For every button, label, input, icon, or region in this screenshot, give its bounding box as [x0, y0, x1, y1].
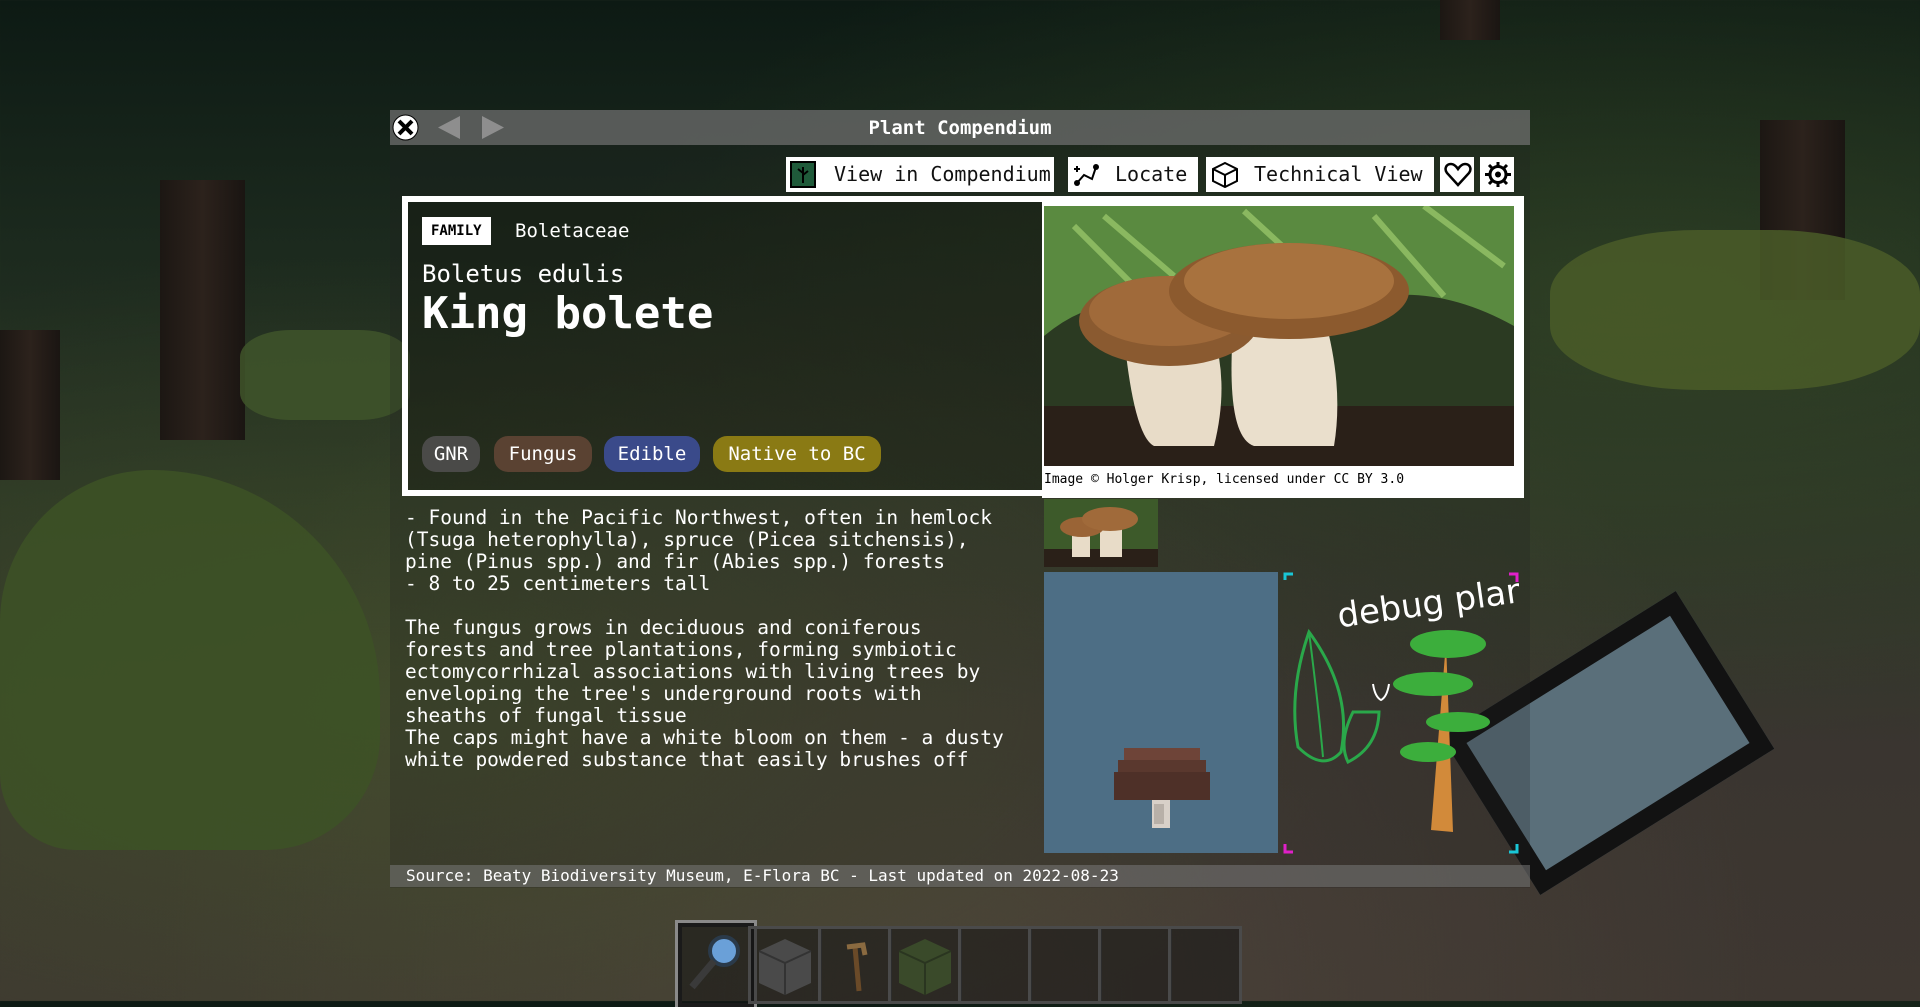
view-in-compendium-label: View in Compendium [834, 162, 1051, 186]
foliage [240, 330, 410, 420]
gear-icon [1485, 162, 1511, 187]
cube-icon [1212, 161, 1238, 188]
hotbar [675, 920, 1242, 1007]
foliage [1550, 230, 1920, 390]
image-credit: Image © Holger Krisp, licensed under CC … [1044, 472, 1405, 487]
debug-label: debug plant [1335, 572, 1519, 636]
settings-button[interactable] [1480, 157, 1514, 192]
hotbar-slot-5[interactable] [958, 926, 1032, 1004]
tag-edible: Edible [604, 436, 700, 472]
mushroom-model-icon [1114, 748, 1210, 828]
favorite-button[interactable] [1440, 157, 1474, 192]
title-bar: Plant Compendium [390, 110, 1530, 145]
plant-description: - Found in the Pacific Northwest, often … [405, 506, 1004, 771]
hoe-icon [846, 942, 868, 992]
tag-native-to-bc: Native to BC [713, 436, 881, 472]
king-bolete-photo[interactable] [1044, 206, 1514, 466]
technical-view-label: Technical View [1254, 162, 1423, 186]
block-model-preview[interactable] [1044, 572, 1278, 853]
smiley-doodle [1372, 683, 1390, 702]
stone-block-icon [758, 939, 812, 995]
compendium-book-icon [790, 161, 816, 188]
source-text: Source: Beaty Biodiversity Museum, E-Flo… [406, 866, 1119, 885]
hotbar-slot-6[interactable] [1028, 926, 1102, 1004]
locate-button[interactable]: Locate [1068, 157, 1198, 192]
leaf-doodle [1293, 628, 1345, 763]
plant-photo-frame: Image © Holger Krisp, licensed under CC … [1042, 196, 1524, 498]
locate-label: Locate [1115, 162, 1188, 186]
tag-fungus: Fungus [494, 436, 592, 472]
tree-trunk [160, 180, 245, 440]
hotbar-slot-1[interactable] [675, 920, 757, 1007]
hotbar-slot-7[interactable] [1098, 926, 1172, 1004]
hotbar-slot-3[interactable] [818, 926, 892, 1004]
view-in-compendium-button[interactable]: View in Compendium [786, 157, 1054, 192]
foliage [0, 470, 380, 850]
hotbar-slot-2[interactable] [748, 926, 822, 1004]
source-footer: Source: Beaty Biodiversity Museum, E-Flo… [390, 865, 1530, 887]
debug-corner [1283, 844, 1293, 854]
moss-block-icon [898, 939, 952, 995]
debug-plant-sketch: debug plant [1283, 572, 1519, 854]
common-name: King bolete [422, 288, 714, 339]
tree-trunk [0, 330, 60, 480]
hotbar-slot-4[interactable] [888, 926, 962, 1004]
family-name: Boletaceae [515, 220, 630, 242]
scientific-name: Boletus edulis [422, 260, 625, 288]
tag-gnr: GNR [422, 436, 480, 472]
debug-corner [1509, 844, 1519, 854]
family-badge: FAMILY [422, 217, 491, 245]
heart-icon [1444, 162, 1472, 187]
window-title: Plant Compendium [868, 117, 1052, 139]
tree-doodle [1431, 642, 1453, 832]
debug-corner [1283, 572, 1293, 580]
magnifier-icon [689, 935, 740, 990]
plant-info-card: FAMILY Boletaceae Boletus edulis King bo… [402, 196, 1054, 496]
hotbar-slot-8[interactable] [1168, 926, 1242, 1004]
tree-trunk [1440, 0, 1500, 40]
locate-icon [1074, 164, 1099, 186]
photo-thumbnail[interactable] [1044, 499, 1158, 567]
technical-view-button[interactable]: Technical View [1206, 157, 1434, 192]
